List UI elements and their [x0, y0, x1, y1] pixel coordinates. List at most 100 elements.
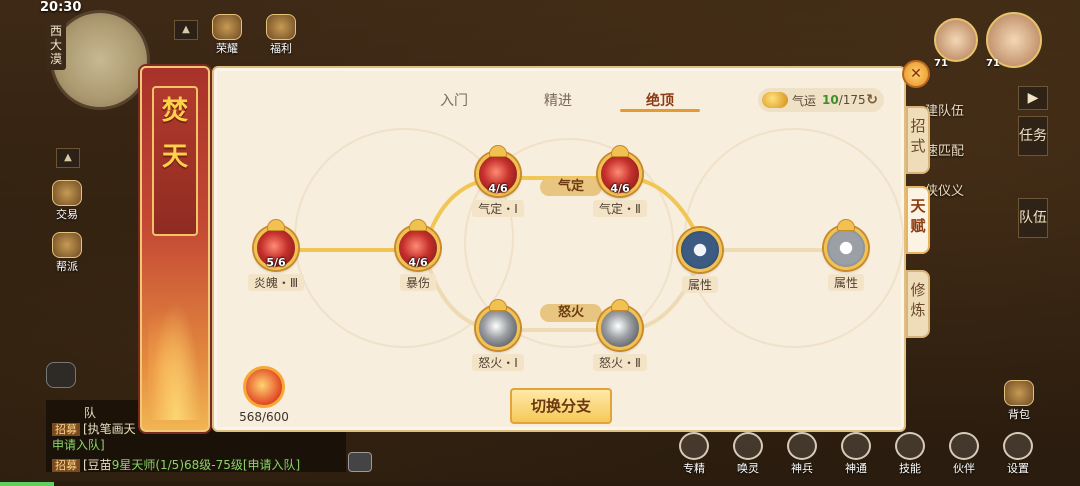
honor-label: 荣耀 [216, 42, 238, 55]
bottom-nav-item[interactable]: 唤灵 [728, 432, 768, 476]
talent-node-attribute-1[interactable]: 属性 [674, 228, 726, 293]
team-menu-item[interactable]: 建队伍 [925, 100, 964, 119]
branch-label-nuhuo: 怒火 [540, 304, 602, 322]
attribute-orb-icon [678, 228, 722, 272]
expand-right-icon[interactable]: ▶ [1018, 86, 1048, 110]
welfare-label: 福利 [270, 42, 292, 55]
recruit-tag: 招募 [52, 459, 80, 472]
energy-value: 568/600 [239, 410, 289, 424]
guild-icon [52, 232, 82, 258]
banner-frame: 焚 天 [152, 86, 198, 236]
trade-label: 交易 [56, 208, 78, 221]
recruit-tag: 招募 [52, 423, 80, 436]
energy-indicator: 568/600 [234, 366, 294, 424]
tab-talent-label: 天赋 [910, 197, 926, 235]
camera-button[interactable] [348, 452, 372, 472]
bottom-nav-label: 唤灵 [737, 462, 759, 475]
tab-moves[interactable]: 招式 [906, 106, 930, 174]
bottom-nav-item[interactable]: 设置 [998, 432, 1038, 476]
school-banner: 焚 天 [140, 66, 210, 432]
bag-button[interactable]: 背包 [1004, 380, 1034, 422]
node-label: 属性 [681, 276, 718, 293]
tab-cultivate[interactable]: 修炼 [906, 270, 930, 338]
bottom-nav-item[interactable]: 伙伴 [944, 432, 984, 476]
tab-task-label: 任务 [1019, 128, 1047, 144]
talent-node-nuhuo-2[interactable]: 怒火・Ⅱ [593, 299, 647, 371]
node-label: 属性 [827, 274, 864, 291]
bottom-nav-item[interactable]: 神通 [836, 432, 876, 476]
expand-arrow-icon[interactable]: ▲ [56, 148, 80, 168]
bottom-nav-label: 设置 [1007, 462, 1029, 475]
node-label: 气定・Ⅰ [472, 200, 524, 217]
tab-team[interactable]: 队伍 [1018, 198, 1048, 238]
talent-node-nuhuo-1[interactable]: 怒火・Ⅰ [472, 299, 524, 371]
pet-avatar[interactable] [934, 18, 978, 62]
node-level: 4/6 [610, 182, 630, 195]
crest-decor [837, 219, 855, 231]
node-label: 怒火・Ⅰ [472, 354, 524, 371]
crest-decor [267, 219, 285, 231]
chat-line[interactable]: 招募 [豆苗9星天师(1/5)68级-75级[申请入队] [52, 456, 300, 473]
pet-level: 71 [934, 58, 948, 69]
tab-task[interactable]: 任务 [1018, 116, 1048, 156]
node-level: 5/6 [266, 256, 286, 269]
guild-button[interactable]: 帮派 [52, 232, 82, 274]
node-level: 4/6 [488, 182, 508, 195]
flame-orb-icon: 4/6 [476, 145, 520, 196]
tab-talent[interactable]: 天赋 [906, 186, 930, 254]
book-icon [895, 432, 925, 460]
crest-decor [611, 299, 629, 311]
tab-team-label: 队伍 [1019, 210, 1047, 226]
chat-bubble-icon [46, 362, 76, 388]
talent-node-yanpo[interactable]: 5/6 炎魄・Ⅲ [247, 219, 305, 291]
welfare-button[interactable]: 福利 [266, 14, 296, 56]
fire-energy-icon [243, 366, 285, 408]
team-menu-item[interactable]: 速匹配 [925, 140, 964, 159]
talent-node-baoshang[interactable]: 4/6 暴伤 [392, 219, 444, 291]
bottom-nav-item[interactable]: 技能 [890, 432, 930, 476]
collapse-arrow-icon[interactable]: ▲ [174, 20, 198, 40]
tab-cultivate-label: 修炼 [910, 281, 926, 319]
flame-orb-icon: 5/6 [254, 219, 298, 270]
bottom-nav-item[interactable]: 专精 [674, 432, 714, 476]
talent-tree-links [274, 176, 836, 332]
close-icon[interactable]: ✕ [902, 60, 930, 88]
bottom-nav-item[interactable]: 神兵 [782, 432, 822, 476]
bottom-nav-label: 专精 [683, 462, 705, 475]
node-level: 4/6 [408, 256, 428, 269]
chat-text: [执笔画天 [83, 422, 136, 436]
attribute-orb-icon [824, 219, 868, 270]
node-label: 怒火・Ⅱ [593, 354, 647, 371]
talent-node-attribute-2[interactable]: 属性 [820, 219, 872, 291]
guild-label: 帮派 [56, 260, 78, 273]
bottom-nav-label: 伙伴 [953, 462, 975, 475]
banner-title-char: 天 [161, 142, 188, 172]
bag-icon [1004, 380, 1034, 406]
player-level: 71 [986, 58, 1000, 69]
trade-icon [52, 180, 82, 206]
chat-line[interactable]: 招募 [执笔画天 [52, 420, 136, 437]
chat-button[interactable] [46, 362, 76, 388]
talent-node-qiding-2[interactable]: 4/6 气定・Ⅱ [593, 145, 647, 217]
map-name: 西大漠 [46, 20, 66, 70]
crest-decor [611, 145, 629, 157]
trade-button[interactable]: 交易 [52, 180, 82, 222]
node-label: 气定・Ⅱ [593, 200, 647, 217]
node-label: 暴伤 [399, 274, 436, 291]
crest-decor [489, 299, 507, 311]
chat-apply-link[interactable]: 申请入队] [52, 438, 105, 452]
chat-apply-link[interactable]: 9星天师(1/5)68级-75级[申请入队] [112, 458, 301, 472]
team-menu-item[interactable]: 侠仪义 [925, 180, 964, 199]
honor-button[interactable]: 荣耀 [212, 14, 242, 56]
branch-label-qiding: 气定 [540, 178, 602, 196]
exp-bar-fill [0, 482, 54, 486]
bag-label: 背包 [1008, 408, 1030, 421]
talent-node-qiding-1[interactable]: 4/6 气定・Ⅰ [472, 145, 524, 217]
switch-branch-button[interactable]: 切换分支 [510, 388, 612, 424]
spirit-icon [841, 432, 871, 460]
talent-panel: 焚 天 入门 精进 绝顶 气运 10 /175 ↻ 气定 怒火 5/6 炎魄・Ⅲ… [140, 60, 930, 432]
partner-icon [949, 432, 979, 460]
bottom-nav-label: 技能 [899, 462, 921, 475]
chat-line[interactable]: 申请入队] [52, 436, 105, 453]
gift-icon [266, 14, 296, 40]
